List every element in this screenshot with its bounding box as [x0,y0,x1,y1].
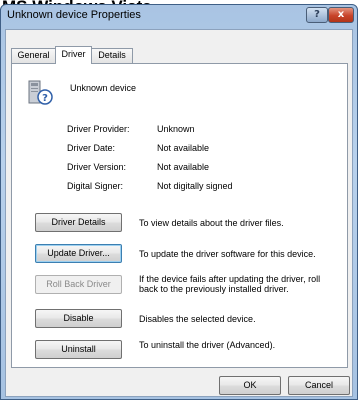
driver-date-value: Not available [157,143,210,153]
driver-details-button[interactable]: Driver Details [35,213,122,232]
update-driver-description: To update the driver software for this d… [139,249,316,259]
tab-general[interactable]: General [11,48,56,63]
update-driver-button[interactable]: Update Driver... [35,244,122,263]
roll-back-driver-button[interactable]: Roll Back Driver [35,275,122,294]
disable-description: Disables the selected device. [139,314,256,324]
driver-provider-value: Unknown [157,124,195,134]
device-name: Unknown device [70,83,137,93]
digital-signer-value: Not digitally signed [157,181,233,191]
roll-back-driver-description: If the device fails after updating the d… [139,274,321,294]
digital-signer-label: Digital Signer: [67,181,124,191]
properties-window: Unknown device Properties ? x General Dr… [0,4,358,400]
driver-provider-label: Driver Provider: [67,124,130,134]
help-button[interactable]: ? [306,7,328,23]
driver-version-label: Driver Version: [67,162,127,172]
tab-details[interactable]: Details [91,48,133,63]
driver-version-value: Not available [157,162,210,172]
close-button[interactable]: x [328,7,354,23]
cancel-button[interactable]: Cancel [288,376,350,395]
unknown-device-icon: ? [28,80,53,105]
svg-text:?: ? [42,93,48,104]
tab-driver[interactable]: Driver [55,46,92,64]
ok-button[interactable]: OK [219,376,281,395]
uninstall-description: To uninstall the driver (Advanced). [139,340,276,350]
driver-date-label: Driver Date: [67,143,116,153]
uninstall-button[interactable]: Uninstall [35,340,122,359]
driver-tab-panel: ? Unknown device Driver Provider: Unknow… [11,63,348,368]
window-title: Unknown device Properties [7,9,141,21]
disable-button[interactable]: Disable [35,309,122,328]
title-bar[interactable]: Unknown device Properties ? x [1,5,357,27]
dialog-client-area: General Driver Details ? Unknown device … [5,29,353,397]
driver-details-description: To view details about the driver files. [139,218,284,228]
